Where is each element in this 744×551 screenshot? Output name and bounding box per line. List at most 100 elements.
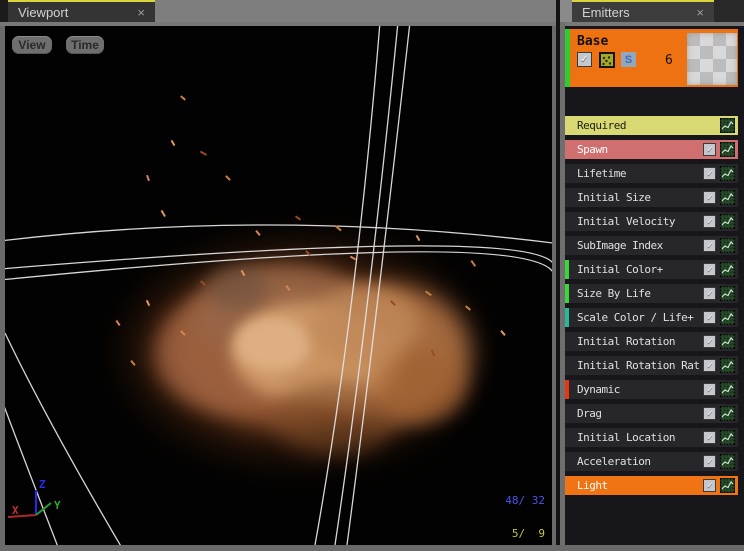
curve-graph-icon[interactable] bbox=[720, 286, 735, 301]
emitter-particle-count: 6 bbox=[665, 53, 673, 68]
emitters-tabstrip: Emitters × bbox=[560, 0, 744, 22]
module-row-required[interactable]: Required bbox=[565, 116, 738, 135]
tab-viewport-label: Viewport bbox=[18, 4, 69, 20]
module-row-initial-rotation[interactable]: Initial Rotation ✓ bbox=[565, 332, 738, 351]
tabstrip-filler bbox=[714, 0, 744, 22]
module-label: Initial Rotation Rate bbox=[577, 359, 699, 372]
particle-burst-icon[interactable] bbox=[599, 52, 615, 68]
emitter-enabled-stripe bbox=[565, 29, 570, 87]
close-icon[interactable]: × bbox=[119, 6, 145, 19]
curve-graph-icon[interactable] bbox=[720, 310, 735, 325]
check-icon: ✓ bbox=[707, 384, 712, 395]
viewport-canvas[interactable]: Z Y X View Time 48/ 32 5/ 9 2/ 5 9/ 11 5… bbox=[5, 26, 552, 545]
curve-graph-icon[interactable] bbox=[720, 454, 735, 469]
curve-graph-icon[interactable] bbox=[720, 142, 735, 157]
check-icon: ✓ bbox=[707, 240, 712, 251]
module-enable-checkbox[interactable]: ✓ bbox=[703, 311, 716, 324]
stat-row: 5/ 9 bbox=[505, 527, 545, 540]
curve-graph-icon[interactable] bbox=[720, 334, 735, 349]
module-label: Dynamic bbox=[577, 383, 620, 396]
emitter-name: Base bbox=[577, 34, 609, 49]
curve-graph-icon[interactable] bbox=[720, 166, 735, 181]
curve-graph-icon[interactable] bbox=[720, 406, 735, 421]
module-row-light[interactable]: Light ✓ bbox=[565, 476, 738, 495]
module-enable-checkbox[interactable]: ✓ bbox=[703, 455, 716, 468]
module-enable-checkbox[interactable]: ✓ bbox=[703, 239, 716, 252]
module-row-subimage-index[interactable]: SubImage Index ✓ bbox=[565, 236, 738, 255]
module-row-acceleration[interactable]: Acceleration ✓ bbox=[565, 452, 738, 471]
check-icon: ✓ bbox=[707, 312, 712, 323]
module-label: Initial Rotation bbox=[577, 335, 675, 348]
curve-graph-icon[interactable] bbox=[720, 118, 735, 133]
module-row-initial-rotation-rate[interactable]: Initial Rotation Rate ✓ bbox=[565, 356, 738, 375]
module-enable-checkbox[interactable]: ✓ bbox=[703, 263, 716, 276]
module-row-lifetime[interactable]: Lifetime ✓ bbox=[565, 164, 738, 183]
emitter-header-base[interactable]: Base ✓ S 6 bbox=[565, 29, 738, 87]
tab-emitters[interactable]: Emitters × bbox=[572, 0, 714, 22]
solo-button[interactable]: S bbox=[621, 52, 636, 67]
stat-row: 48/ 32 bbox=[505, 494, 545, 507]
particle-stats: 48/ 32 5/ 9 2/ 5 9/ 11 5/ 9 3/ 7 bbox=[435, 473, 545, 545]
tabstrip-corner bbox=[0, 0, 8, 22]
curve-graph-icon[interactable] bbox=[720, 214, 735, 229]
tab-viewport[interactable]: Viewport × bbox=[8, 0, 155, 22]
time-button[interactable]: Time bbox=[66, 36, 104, 54]
check-icon: ✓ bbox=[707, 408, 712, 419]
module-row-spawn[interactable]: Spawn ✓ bbox=[565, 140, 738, 159]
module-enable-checkbox[interactable]: ✓ bbox=[703, 407, 716, 420]
check-icon: ✓ bbox=[707, 192, 712, 203]
module-label: Spawn bbox=[577, 143, 608, 156]
module-row-initial-location[interactable]: Initial Location ✓ bbox=[565, 428, 738, 447]
viewport-tabstrip: Viewport × bbox=[0, 0, 556, 22]
module-enable-checkbox[interactable]: ✓ bbox=[703, 335, 716, 348]
check-icon: ✓ bbox=[707, 288, 712, 299]
emitter-enable-checkbox[interactable]: ✓ bbox=[577, 52, 592, 67]
module-color-stripe bbox=[565, 308, 569, 327]
module-color-stripe bbox=[565, 284, 569, 303]
module-row-scale-color-life[interactable]: Scale Color / Life+ ✓ bbox=[565, 308, 738, 327]
module-label: Scale Color / Life+ bbox=[577, 311, 694, 324]
axis-gizmo: Z Y X bbox=[7, 478, 61, 518]
bottom-border bbox=[0, 545, 744, 551]
module-row-size-by-life[interactable]: Size By Life ✓ bbox=[565, 284, 738, 303]
check-icon: ✓ bbox=[707, 360, 712, 371]
emitters-panel: Base ✓ S 6 Required Spawn ✓ Lifetime ✓ I… bbox=[565, 26, 744, 545]
module-row-initial-velocity[interactable]: Initial Velocity ✓ bbox=[565, 212, 738, 231]
cascade-particle-editor: Viewport × Emitters × Z Y X View Time 48… bbox=[0, 0, 744, 551]
module-label: Drag bbox=[577, 407, 602, 420]
curve-graph-icon[interactable] bbox=[720, 430, 735, 445]
module-row-dynamic[interactable]: Dynamic ✓ bbox=[565, 380, 738, 399]
check-icon: ✓ bbox=[707, 216, 712, 227]
module-enable-checkbox[interactable]: ✓ bbox=[703, 167, 716, 180]
emitter-guide-curves: Z Y X bbox=[5, 26, 552, 545]
module-list: Required Spawn ✓ Lifetime ✓ Initial Size… bbox=[565, 116, 738, 495]
check-icon: ✓ bbox=[707, 144, 712, 155]
module-enable-checkbox[interactable]: ✓ bbox=[703, 383, 716, 396]
module-enable-checkbox[interactable]: ✓ bbox=[703, 287, 716, 300]
curve-graph-icon[interactable] bbox=[720, 478, 735, 493]
curve-graph-icon[interactable] bbox=[720, 358, 735, 373]
module-enable-checkbox[interactable]: ✓ bbox=[703, 191, 716, 204]
curve-graph-icon[interactable] bbox=[720, 190, 735, 205]
module-enable-checkbox[interactable]: ✓ bbox=[703, 359, 716, 372]
module-enable-checkbox[interactable]: ✓ bbox=[703, 479, 716, 492]
emitter-material-thumbnail[interactable] bbox=[687, 33, 737, 85]
tab-emitters-label: Emitters bbox=[582, 4, 630, 20]
close-icon[interactable]: × bbox=[678, 6, 704, 19]
module-enable-checkbox[interactable]: ✓ bbox=[703, 215, 716, 228]
view-button[interactable]: View bbox=[12, 36, 52, 54]
module-enable-checkbox[interactable]: ✓ bbox=[703, 143, 716, 156]
module-row-initial-color[interactable]: Initial Color+ ✓ bbox=[565, 260, 738, 279]
curve-graph-icon[interactable] bbox=[720, 382, 735, 397]
module-enable-checkbox[interactable]: ✓ bbox=[703, 431, 716, 444]
module-row-drag[interactable]: Drag ✓ bbox=[565, 404, 738, 423]
curve-graph-icon[interactable] bbox=[720, 262, 735, 277]
module-color-stripe bbox=[565, 380, 569, 399]
check-icon: ✓ bbox=[580, 54, 589, 65]
module-label: Initial Velocity bbox=[577, 215, 675, 228]
module-row-initial-size[interactable]: Initial Size ✓ bbox=[565, 188, 738, 207]
axis-y-label: Y bbox=[54, 499, 61, 512]
check-icon: ✓ bbox=[707, 264, 712, 275]
curve-graph-icon[interactable] bbox=[720, 238, 735, 253]
module-label: Lifetime bbox=[577, 167, 626, 180]
